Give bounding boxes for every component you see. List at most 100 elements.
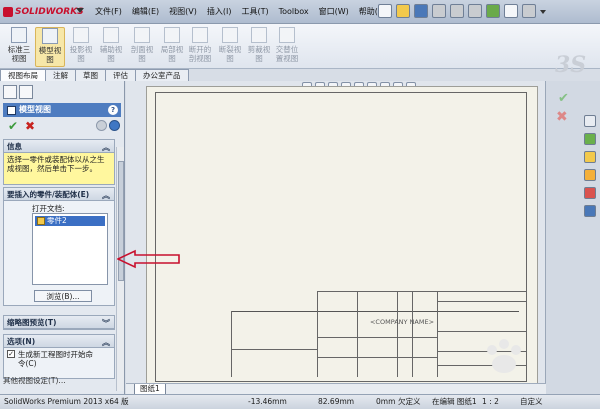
open-documents-list[interactable]: 零件2	[32, 213, 108, 285]
next-icon[interactable]	[109, 120, 120, 131]
confirm-check-icon[interactable]: ✔	[558, 91, 569, 106]
button-label: 交替位 置视图	[275, 45, 299, 63]
open-folder-icon[interactable]	[396, 4, 410, 18]
menu-view[interactable]: 视图(V)	[164, 6, 202, 18]
info-header-text: 信息	[7, 142, 22, 151]
feature-tree-tab-icon[interactable]	[3, 85, 17, 99]
crop-view-button[interactable]: 剪裁视 图	[245, 27, 273, 67]
options-gear-icon[interactable]	[522, 4, 536, 18]
broken-out-section-button[interactable]: 断开的 剖视图	[184, 27, 216, 67]
logo-dropdown-icon[interactable]	[76, 8, 84, 13]
title-block-line	[437, 331, 527, 332]
detail-view-button[interactable]: 局部视 图	[158, 27, 186, 67]
undo-icon[interactable]	[450, 4, 464, 18]
units-selector[interactable]: 自定义	[520, 395, 543, 409]
solidworks-logo-icon	[3, 7, 13, 17]
browse-button[interactable]: 浏览(B)...	[34, 290, 92, 302]
tab-annotation[interactable]: 注解	[45, 69, 76, 81]
cancel-x-icon[interactable]: ✖	[556, 109, 568, 125]
button-label: 模型视 图	[38, 46, 62, 64]
title-block-line	[412, 291, 413, 377]
menu-tools[interactable]: 工具(T)	[236, 6, 273, 18]
projected-view-icon	[73, 27, 89, 43]
truncated-group-header[interactable]: 其他视图设定(T)...	[3, 377, 115, 385]
document-name: 零件2	[47, 216, 67, 225]
part-icon	[37, 217, 45, 225]
toolbar-dropdown-icon[interactable]	[540, 10, 546, 14]
tab-evaluate[interactable]: 评估	[105, 69, 136, 81]
property-manager-tab-icon[interactable]	[19, 85, 33, 99]
print-icon[interactable]	[432, 4, 446, 18]
parts-group: 要插入的零件/装配体(E) ︽ 打开文档: 零件2 浏览(B)...	[3, 187, 115, 306]
menu-file[interactable]: 文件(F)	[90, 6, 127, 18]
parts-group-header[interactable]: 要插入的零件/装配体(E) ︽	[4, 188, 114, 201]
model-view-button[interactable]: 模型视 图	[35, 27, 65, 67]
tab-office-products[interactable]: 办公室产品	[135, 69, 189, 81]
break-view-button[interactable]: 断裂视 图	[216, 27, 244, 67]
standard-3-view-icon	[11, 27, 27, 43]
ok-check-icon[interactable]: ✔	[8, 119, 18, 133]
property-manager-header: 模型视图 ?	[3, 103, 121, 117]
info-group: 信息 ︽ 选择一零件或装配体以从之生成视图，然后单击下一步。	[3, 139, 115, 185]
broken-out-section-icon	[192, 27, 208, 43]
section-view-button[interactable]: 剖面视 图	[127, 27, 157, 67]
thumbnail-group: 缩略图预览(T) ︾	[3, 315, 115, 330]
title-block-line	[397, 291, 398, 377]
quick-access-toolbar	[378, 4, 546, 18]
title-block-line	[357, 291, 358, 377]
button-label: 断裂视 图	[218, 45, 242, 63]
chevron-up-icon[interactable]: ︽	[102, 141, 110, 154]
model-view-icon	[7, 105, 16, 115]
save-icon[interactable]	[414, 4, 428, 18]
property-manager-scrollbar[interactable]	[116, 147, 124, 391]
chevron-down-icon[interactable]: ︾	[102, 317, 110, 330]
custom-properties-icon[interactable]	[584, 205, 596, 217]
info-message: 选择一零件或装配体以从之生成视图，然后单击下一步。	[4, 153, 114, 184]
list-item[interactable]: 零件2	[35, 216, 105, 226]
alternate-position-view-icon	[279, 27, 295, 43]
menu-edit[interactable]: 编辑(E)	[127, 6, 164, 18]
file-properties-icon[interactable]	[504, 4, 518, 18]
section-view-icon	[134, 27, 150, 43]
standard-3-view-button[interactable]: 标准三 视图	[4, 27, 34, 67]
projected-view-button[interactable]: 投影视 图	[67, 27, 95, 67]
title-block-line	[317, 291, 318, 377]
menu-insert[interactable]: 插入(I)	[202, 6, 237, 18]
panel-tabs	[0, 85, 33, 99]
button-label: 辅助视 图	[99, 45, 123, 63]
title-block-line	[437, 301, 527, 302]
file-explorer-icon[interactable]	[584, 151, 596, 163]
auxiliary-view-icon	[103, 27, 119, 43]
tab-view-layout[interactable]: 视图布局	[0, 69, 46, 81]
new-document-icon[interactable]	[378, 4, 392, 18]
tab-sketch[interactable]: 草图	[75, 69, 106, 81]
solidworks-logo[interactable]: SOLIDWORKS	[3, 5, 84, 19]
alternate-position-view-button[interactable]: 交替位 置视图	[272, 27, 302, 67]
watermark-logo-icon	[487, 339, 521, 373]
select-icon[interactable]	[468, 4, 482, 18]
auxiliary-view-button[interactable]: 辅助视 图	[96, 27, 126, 67]
menu-window[interactable]: 窗口(W)	[314, 6, 354, 18]
definition-status: 欠定义	[398, 397, 421, 406]
view-palette-icon[interactable]	[584, 169, 596, 181]
property-manager-title: 模型视图	[19, 105, 51, 114]
appearances-icon[interactable]	[584, 187, 596, 199]
rebuild-icon[interactable]	[486, 4, 500, 18]
thumbnail-group-header[interactable]: 缩略图预览(T) ︾	[4, 316, 114, 329]
menu-toolbox[interactable]: Toolbox	[274, 6, 314, 18]
ds-brand-icon: 3S	[555, 52, 587, 78]
resources-icon[interactable]	[584, 115, 596, 127]
help-icon[interactable]: ?	[108, 105, 118, 115]
options-group-header[interactable]: 选项(N) ︽	[4, 335, 114, 348]
cancel-x-icon[interactable]: ✖	[25, 119, 35, 133]
design-library-icon[interactable]	[584, 133, 596, 145]
start-command-checkbox[interactable]: ✓	[7, 350, 15, 358]
back-icon[interactable]	[96, 120, 107, 131]
start-command-label: 生成新工程图时开始命令(C)	[18, 350, 93, 368]
button-label: 剪裁视 图	[247, 45, 271, 63]
sheet-scale[interactable]: 1 : 2	[482, 395, 499, 409]
button-label: 局部视 图	[160, 45, 184, 63]
break-view-icon	[222, 27, 238, 43]
info-group-header[interactable]: 信息 ︽	[4, 140, 114, 153]
model-view-icon	[42, 28, 58, 44]
